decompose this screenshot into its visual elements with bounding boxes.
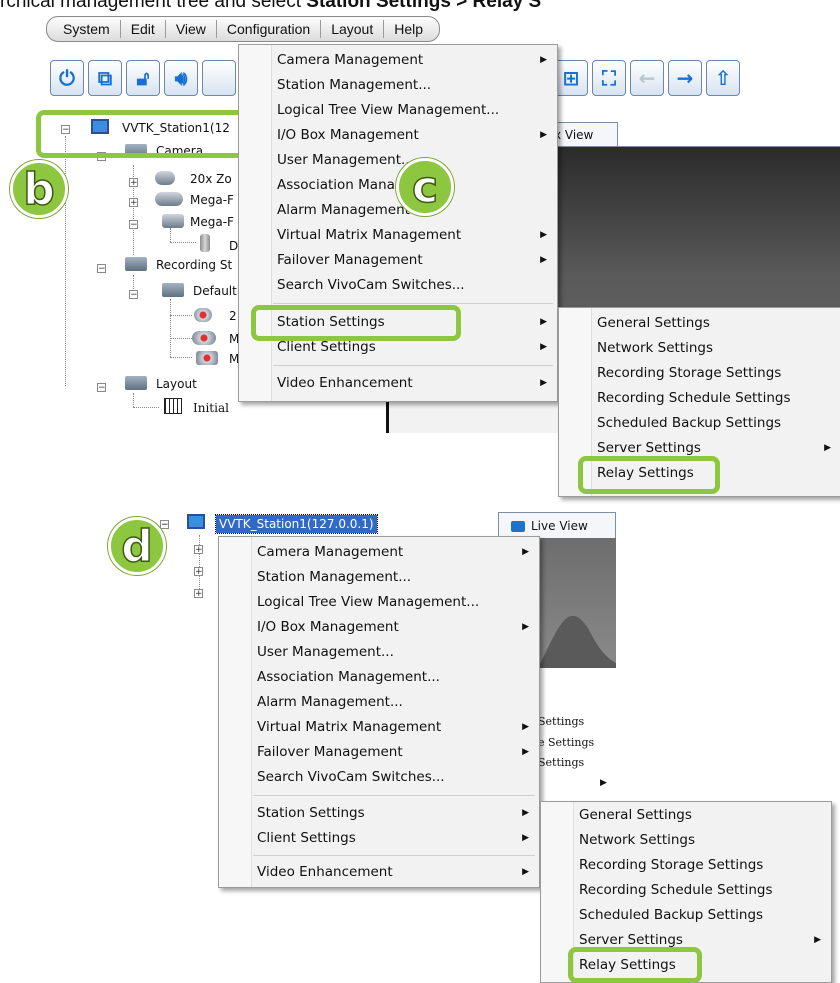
menu-item-association[interactable]: Association Management... <box>219 665 539 690</box>
step-badge-c: c <box>396 158 454 216</box>
tab-live-view-label: Live View <box>531 519 588 533</box>
relay-settings-highlight <box>578 456 720 494</box>
step-badge-b: b <box>10 160 68 218</box>
tree-rec-1[interactable]: 2 <box>229 309 237 323</box>
top-context-menu: Camera Management ▶ Station Management...… <box>238 44 558 402</box>
camera-icon <box>155 192 183 206</box>
camera-icon <box>155 171 175 185</box>
submenu-general-settings[interactable]: General Settings <box>541 803 831 828</box>
folder-icon <box>125 376 147 390</box>
recording-camera-icon <box>194 308 212 322</box>
expand-icon[interactable]: + <box>194 567 203 577</box>
menu-item-failover[interactable]: Failover Management ▶ <box>219 740 539 765</box>
menu-item-search-switches[interactable]: Search VivoCam Switches... <box>219 765 539 790</box>
menu-item-io-box[interactable]: I/O Box Management ▶ <box>239 123 557 148</box>
submenu-recording-storage[interactable]: Recording Storage Settings <box>559 361 840 386</box>
tab-live-view[interactable]: Live View <box>498 512 616 538</box>
tree-camera-3[interactable]: Mega-F <box>190 215 234 229</box>
camera-icon <box>162 214 184 228</box>
menu-item-station-settings[interactable]: Station Settings ▶ <box>219 801 539 826</box>
menu-item-search-switches[interactable]: Search VivoCam Switches... <box>239 273 557 298</box>
tree-station-selected[interactable]: VVTK_Station1(127.0.0.1) <box>215 514 378 534</box>
expand-icon[interactable]: + <box>129 198 138 208</box>
tree-camera-1[interactable]: 20x Zo <box>190 172 232 186</box>
expand-icon[interactable]: + <box>129 178 138 188</box>
folder-icon <box>162 283 184 297</box>
submenu-scheduled-backup[interactable]: Scheduled Backup Settings <box>559 411 840 436</box>
menu-item-user-management[interactable]: User Management... <box>239 148 557 173</box>
menu-item-logical-tree[interactable]: Logical Tree View Management... <box>219 590 539 615</box>
expand-icon[interactable]: + <box>194 545 203 555</box>
collapse-icon[interactable]: − <box>129 220 138 230</box>
station-settings-highlight <box>251 305 461 341</box>
camera-icon <box>511 521 525 532</box>
submenu-recording-storage[interactable]: Recording Storage Settings <box>541 853 831 878</box>
tree-default-folder[interactable]: Default <box>193 284 237 298</box>
submenu-recording-schedule[interactable]: Recording Schedule Settings <box>541 878 831 903</box>
device-icon <box>200 234 210 252</box>
menu-item-camera-management[interactable]: Camera Management ▶ <box>239 48 557 73</box>
menu-item-io-box[interactable]: I/O Box Management ▶ <box>219 615 539 640</box>
recording-camera-icon <box>192 331 216 345</box>
tree-layout-folder[interactable]: Layout <box>156 377 197 391</box>
step-badge-d: d <box>108 517 166 575</box>
menu-item-station-management[interactable]: Station Management... <box>239 73 557 98</box>
grid-layout-icon <box>164 398 182 414</box>
menu-item-failover[interactable]: Failover Management ▶ <box>239 248 557 273</box>
collapse-icon[interactable]: − <box>129 290 138 300</box>
menu-item-client-settings[interactable]: Client Settings ▶ <box>219 826 539 851</box>
menu-item-alarm[interactable]: Alarm Management <box>239 198 557 223</box>
bg-fragment-2: e Settings <box>538 736 595 749</box>
station-highlight <box>36 110 252 158</box>
tree-camera-2[interactable]: Mega-F <box>190 193 234 207</box>
menu-item-camera-management[interactable]: Camera Management ▶ <box>219 540 539 565</box>
menu-item-video-enhancement[interactable]: Video Enhancement ▶ <box>239 371 557 396</box>
expand-icon[interactable]: + <box>194 589 203 599</box>
menu-item-user-management[interactable]: User Management... <box>219 640 539 665</box>
bottom-context-menu: Camera Management ▶ Station Management...… <box>218 536 540 888</box>
menu-item-virtual-matrix[interactable]: Virtual Matrix Management ▶ <box>239 223 557 248</box>
menu-item-alarm[interactable]: Alarm Management... <box>219 690 539 715</box>
collapse-icon[interactable]: − <box>97 264 106 274</box>
tree-recording-folder[interactable]: Recording St <box>156 258 232 272</box>
menu-item-virtual-matrix[interactable]: Virtual Matrix Management ▶ <box>219 715 539 740</box>
tree-initial-layout[interactable]: Initial <box>193 401 229 415</box>
submenu-network-settings[interactable]: Network Settings <box>559 336 840 361</box>
bg-fragment-3: Settings <box>538 756 585 769</box>
relay-settings-highlight <box>568 947 702 983</box>
tree-camera-3-child[interactable]: D <box>229 239 238 253</box>
chevron-right-icon: ▶ <box>600 778 607 788</box>
bg-fragment-1: Settings <box>538 715 585 728</box>
collapse-icon[interactable]: − <box>97 383 106 393</box>
submenu-network-settings[interactable]: Network Settings <box>541 828 831 853</box>
submenu-recording-schedule[interactable]: Recording Schedule Settings <box>559 386 840 411</box>
recording-camera-icon <box>196 351 218 365</box>
submenu-general-settings[interactable]: General Settings <box>559 311 840 336</box>
computer-icon <box>187 514 205 529</box>
submenu-scheduled-backup[interactable]: Scheduled Backup Settings <box>541 903 831 928</box>
folder-icon <box>125 257 147 271</box>
menu-item-station-management[interactable]: Station Management... <box>219 565 539 590</box>
collapse-icon[interactable]: − <box>160 520 169 530</box>
menu-item-video-enhancement[interactable]: Video Enhancement ▶ <box>219 860 539 885</box>
menu-item-logical-tree[interactable]: Logical Tree View Management... <box>239 98 557 123</box>
